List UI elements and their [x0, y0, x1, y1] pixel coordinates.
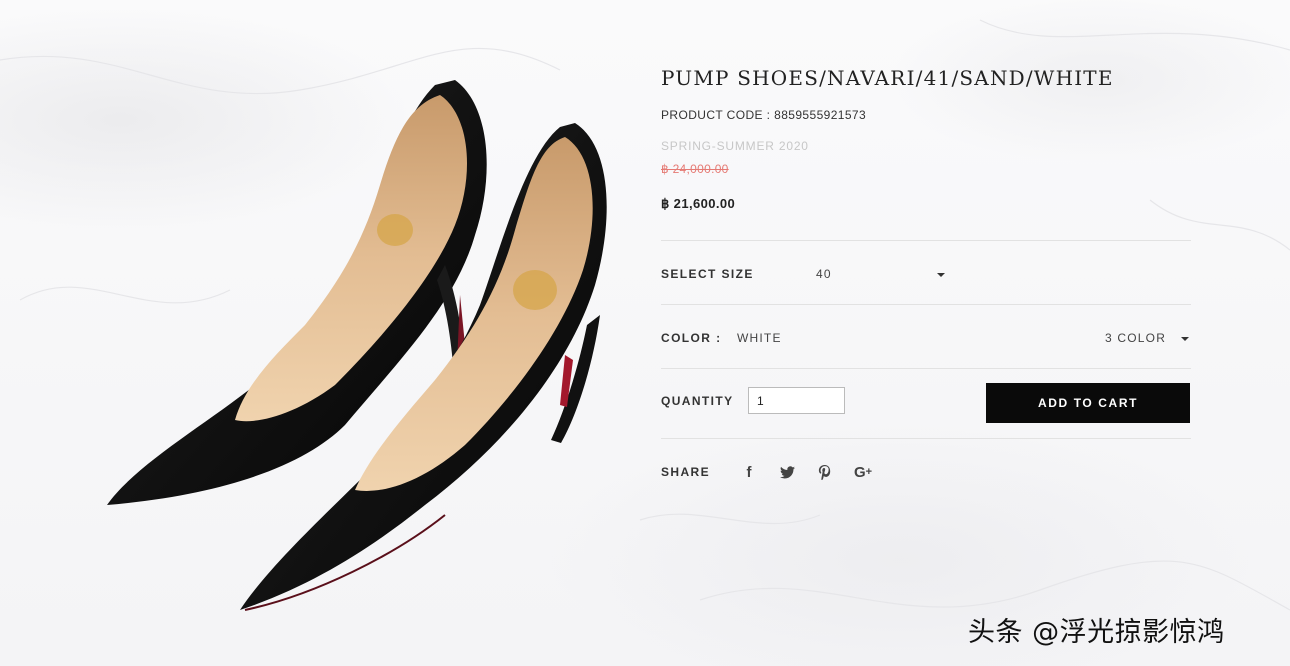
size-select[interactable]: 40: [811, 259, 951, 287]
chevron-down-icon: [937, 273, 945, 277]
quantity-label: QUANTITY: [661, 394, 734, 408]
product-season: SPRING-SUMMER 2020: [661, 139, 809, 153]
google-plus-icon[interactable]: G +: [850, 464, 876, 481]
size-row: SELECT SIZE 40: [661, 240, 1191, 304]
color-select[interactable]: 3 COLOR: [1091, 323, 1191, 351]
watermark: 头条 @浮光掠影惊鸿: [968, 617, 1225, 648]
product-code-label: PRODUCT CODE :: [661, 108, 771, 122]
color-label: COLOR :: [661, 331, 722, 345]
product-title: PUMP SHOES/NAVARI/41/SAND/WHITE: [661, 66, 1114, 90]
original-price: ฿ 24,000.00: [661, 162, 729, 176]
size-label: SELECT SIZE: [661, 267, 754, 281]
product-code: PRODUCT CODE : 8859555921573: [661, 108, 1191, 122]
add-to-cart-button[interactable]: ADD TO CART: [986, 383, 1190, 423]
color-count: 3 COLOR: [1105, 331, 1167, 345]
twitter-icon[interactable]: [778, 464, 796, 480]
size-selected-value: 40: [816, 267, 832, 281]
product-image: [95, 65, 640, 620]
share-label: SHARE: [661, 465, 711, 479]
facebook-icon[interactable]: f: [741, 464, 757, 481]
product-code-value: 8859555921573: [774, 108, 867, 122]
pinterest-icon[interactable]: [816, 464, 832, 480]
color-selected-value: WHITE: [737, 331, 782, 345]
product-info-panel: PUMP SHOES/NAVARI/41/SAND/WHITE PRODUCT …: [661, 64, 1191, 481]
quantity-input[interactable]: [748, 387, 845, 414]
color-row: COLOR : WHITE 3 COLOR: [661, 304, 1191, 368]
sale-price: ฿ 21,600.00: [661, 196, 736, 211]
chevron-down-icon: [1181, 337, 1189, 341]
